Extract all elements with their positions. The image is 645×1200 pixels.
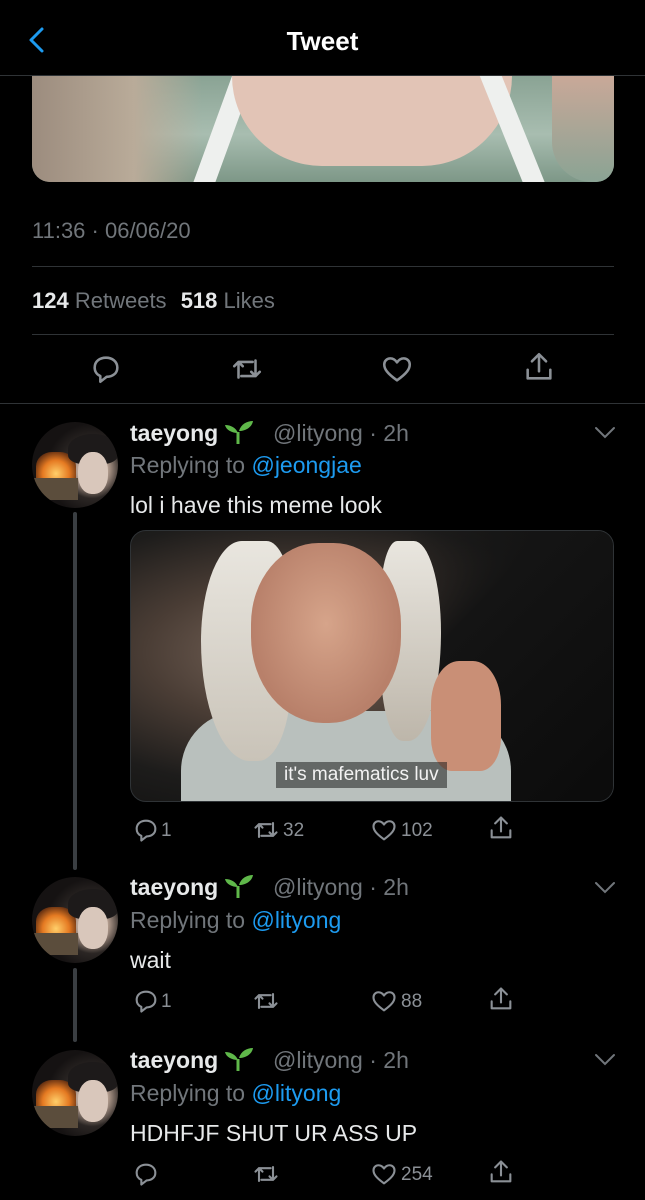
media-caption: it's mafematics luv [276,762,447,788]
reply-handle-time: @lityong · 2h [273,874,409,900]
likes-label[interactable]: Likes [224,288,275,313]
reply-handle-time: @lityong · 2h [273,1047,409,1073]
avatar[interactable] [32,422,118,508]
replying-to: Replying to @jeongjae [130,452,362,479]
thread-line [73,512,77,870]
reply-author-name[interactable]: taeyong [130,874,254,901]
main-tweet-image[interactable] [32,76,614,182]
likes-count[interactable]: 518 [181,288,218,313]
like-icon[interactable] [370,816,398,844]
author-handle: @lityong [273,420,363,446]
like-count: 254 [401,1164,433,1185]
page-title: Tweet [286,26,359,56]
author-name-text[interactable]: taeyong [130,874,218,900]
caret-down-icon[interactable] [594,1053,616,1067]
reply-author-name[interactable]: taeyong [130,1047,254,1074]
reply-handle-time: @lityong · 2h [273,420,409,446]
retweet-icon[interactable] [230,352,264,386]
retweet-icon[interactable] [252,987,280,1015]
reply-count: 1 [161,820,172,841]
like-count: 88 [401,991,423,1012]
divider [32,266,614,267]
author-name-text[interactable]: taeyong [130,420,218,446]
replying-to-link[interactable]: @lityong [251,907,341,933]
retweet-icon[interactable] [252,1160,280,1188]
like-icon[interactable] [380,352,414,386]
reply-icon[interactable] [89,352,123,386]
retweet-count: 32 [283,820,305,841]
reply-time: 2h [383,1047,409,1073]
replying-prefix: Replying to [130,907,246,933]
reply-text: lol i have this meme look [130,492,382,518]
sprout-emoji-icon [224,420,254,444]
replying-to-link[interactable]: @lityong [251,1080,341,1106]
thread-line [73,968,77,1042]
like-icon[interactable] [370,1160,398,1188]
replying-prefix: Replying to [130,452,246,478]
caret-down-icon[interactable] [594,426,616,440]
reply-time: 2h [383,420,409,446]
reply-text: HDHFJF SHUT UR ASS UP [130,1120,418,1146]
reply-text: wait [130,947,171,973]
reply-media-image[interactable]: it's mafematics luv [130,530,614,802]
share-icon[interactable] [487,814,515,842]
caret-down-icon[interactable] [594,881,616,895]
like-icon[interactable] [370,987,398,1015]
sprout-emoji-icon [224,1047,254,1071]
avatar[interactable] [32,877,118,963]
author-handle: @lityong [273,874,363,900]
top-bar: Tweet [0,0,645,76]
reply-author-name[interactable]: taeyong [130,420,254,447]
tweet-timestamp: 11:36 · 06/06/20 [32,218,191,243]
share-icon[interactable] [522,350,556,384]
replying-to: Replying to @lityong [130,1080,341,1107]
sprout-emoji-icon [224,874,254,898]
divider [32,334,614,335]
retweets-label[interactable]: Retweets [75,288,167,313]
reply-icon[interactable] [132,816,160,844]
reply-icon[interactable] [132,1160,160,1188]
like-count: 102 [401,820,433,841]
replying-to: Replying to @lityong [130,907,341,934]
replying-prefix: Replying to [130,1080,246,1106]
author-handle: @lityong [273,1047,363,1073]
reply-count: 1 [161,991,172,1012]
replying-to-link[interactable]: @jeongjae [251,452,361,478]
share-icon[interactable] [487,1158,515,1186]
reply-icon[interactable] [132,987,160,1015]
retweet-icon[interactable] [252,816,280,844]
divider [0,403,645,404]
avatar[interactable] [32,1050,118,1136]
share-icon[interactable] [487,985,515,1013]
author-name-text[interactable]: taeyong [130,1047,218,1073]
tweet-stats: 124 Retweets 518 Likes [32,288,275,314]
reply-time: 2h [383,874,409,900]
retweets-count[interactable]: 124 [32,288,69,313]
